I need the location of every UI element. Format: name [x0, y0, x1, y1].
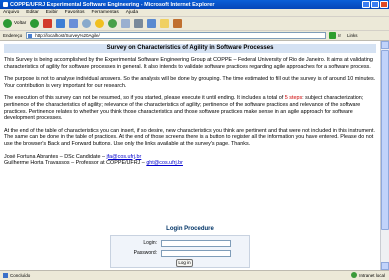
menu-item-editar[interactable]: Editar: [26, 10, 39, 15]
tools-icon[interactable]: [173, 19, 183, 28]
password-input[interactable]: [161, 249, 231, 257]
intranet-icon: [351, 272, 358, 278]
stop-icon[interactable]: [43, 19, 53, 28]
menu-item-arquivo[interactable]: Arquivo: [3, 10, 19, 15]
signature-1-name: José Fortuna Abrantes – DSc Candidate –: [4, 153, 107, 160]
execution-text-a: The execution of this survey can not be …: [4, 95, 285, 102]
page-title: Survey on Characteristics of Agility in …: [4, 44, 376, 53]
scroll-thumb[interactable]: [381, 50, 389, 230]
scroll-up-arrow[interactable]: [381, 41, 389, 49]
status-bar: Concluído Intranet local: [0, 270, 389, 280]
password-label: Password:: [133, 250, 157, 256]
scroll-down-arrow[interactable]: [381, 262, 389, 270]
security-zone: Intranet local: [351, 272, 385, 278]
links-label[interactable]: Links: [347, 33, 358, 38]
forward-icon[interactable]: [30, 19, 40, 28]
address-input[interactable]: http://localhost/Survey%20Agile/: [26, 32, 327, 39]
window-controls: [362, 1, 388, 8]
toolbar: Voltar: [0, 17, 389, 31]
print-icon[interactable]: [134, 19, 144, 28]
steps-highlight: 5 steps: [284, 95, 303, 102]
maximize-button[interactable]: [371, 1, 379, 8]
menu-item-exibir[interactable]: Exibir: [46, 10, 58, 15]
login-row: Login:: [111, 238, 251, 248]
go-label: Ir: [338, 33, 342, 38]
vertical-scrollbar[interactable]: [380, 41, 389, 270]
address-url: http://localhost/Survey%20Agile/: [35, 33, 100, 38]
signature-2-name: Guilherme Horta Travassos – Professor at…: [4, 160, 147, 167]
favorites-icon[interactable]: [95, 19, 105, 28]
purpose-paragraph: The purpose is not to analyse individual…: [4, 76, 376, 89]
window-title: COPPE/UFRJ Experimental Software Enginee…: [10, 1, 215, 8]
mail-icon[interactable]: [121, 19, 131, 28]
signature-2-email-link[interactable]: ght@cos.ufrj.br: [146, 160, 183, 166]
page-viewport: Survey on Characteristics of Agility in …: [0, 41, 380, 270]
menu-item-favoritos[interactable]: Favoritos: [65, 10, 85, 15]
minimize-button[interactable]: [362, 1, 370, 8]
password-row: Password:: [111, 248, 251, 258]
zone-label: Intranet local: [359, 272, 385, 278]
home-icon[interactable]: [69, 19, 79, 28]
done-icon: [3, 273, 8, 278]
signature-1-email-link[interactable]: jfa@cos.ufrj.br: [106, 154, 141, 160]
go-arrow-icon: [329, 32, 337, 39]
refresh-icon[interactable]: [56, 19, 66, 28]
page-content: This Survey is being accomplished by the…: [4, 57, 376, 167]
instructions-paragraph: At the end of the table of characteristi…: [4, 127, 375, 147]
close-button[interactable]: [380, 1, 388, 8]
page-icon: [28, 34, 33, 38]
back-label[interactable]: Voltar: [14, 21, 26, 26]
login-label: Login:: [143, 240, 157, 246]
address-label: Endereço: [3, 33, 23, 38]
menu-bar: Arquivo Editar Exibir Favoritos Ferramen…: [0, 9, 389, 17]
window-titlebar: COPPE/UFRJ Experimental Software Enginee…: [0, 0, 389, 9]
go-button[interactable]: Ir: [329, 32, 341, 39]
history-icon[interactable]: [108, 19, 118, 28]
signature-2: Guilherme Horta Travassos – Professor at…: [4, 160, 376, 167]
ie-icon: [3, 2, 8, 7]
address-bar: Endereço http://localhost/Survey%20Agile…: [0, 31, 389, 41]
execution-paragraph: The execution of this survey can not be …: [4, 95, 376, 121]
search-icon[interactable]: [82, 19, 92, 28]
edit-icon[interactable]: [147, 19, 157, 28]
menu-item-ferramentas[interactable]: Ferramentas: [92, 10, 119, 15]
status-text: Concluído: [10, 273, 31, 278]
back-icon[interactable]: [3, 19, 12, 28]
login-input[interactable]: [161, 239, 231, 247]
signature-1: José Fortuna Abrantes – DSc Candidate – …: [4, 154, 376, 161]
intro-paragraph: This Survey is being accomplished by the…: [4, 57, 373, 70]
login-form: Login: Password: Log in: [110, 235, 250, 268]
login-title: Login Procedure: [166, 226, 214, 232]
folder-icon[interactable]: [160, 19, 170, 28]
login-button[interactable]: Log in: [176, 259, 193, 267]
menu-item-ajuda[interactable]: Ajuda: [126, 10, 138, 15]
